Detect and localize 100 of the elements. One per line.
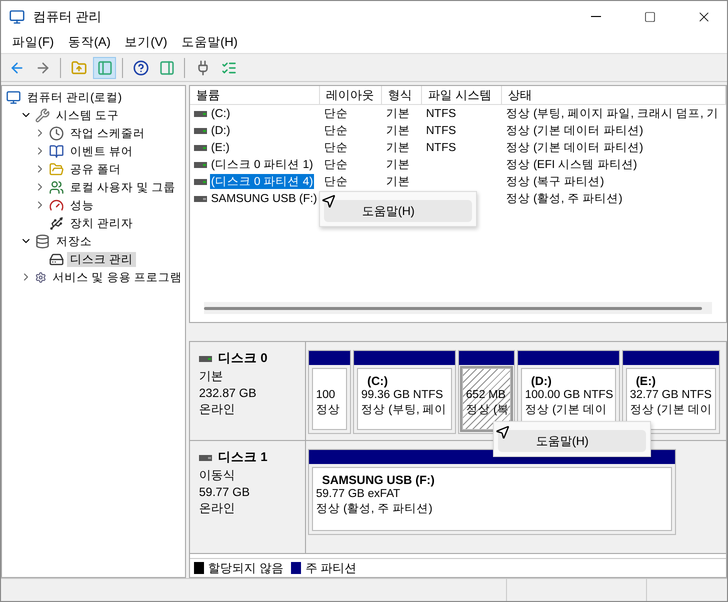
partition-label: SAMSUNG USB (F:) <box>321 473 436 487</box>
drive-icon <box>194 110 207 116</box>
table-cell-text: 단순 <box>323 175 349 189</box>
table-cell-text: 기본 <box>385 158 411 172</box>
table-cell-text: 기본 <box>385 124 411 138</box>
drive-icon <box>194 162 207 168</box>
partition-status: 정상 (기본 데이 <box>525 403 608 417</box>
partition-label: (D:) <box>530 374 553 388</box>
table-cell-text: 정상 (EFI 시스템 파티션) <box>505 158 638 172</box>
folder-icon <box>49 162 64 176</box>
volume-name[interactable]: SAMSUNG USB (F:) <box>210 192 318 204</box>
partition-block[interactable]: SAMSUNG USB (F:) 59.77 GB exFAT 정상 (활성, 주 파티션) <box>308 449 676 535</box>
table-cell-text: 정상 (복구 파티션) <box>505 175 606 189</box>
users-icon <box>49 180 64 194</box>
folder-up-icon <box>70 60 86 76</box>
volume-name[interactable]: (C:) <box>210 108 232 120</box>
partition-bar <box>459 351 514 365</box>
tree-item[interactable]: 성능 <box>67 198 97 212</box>
menu-entry[interactable]: 도움말(H) <box>498 430 646 452</box>
table-cell-text: NTFS <box>425 108 458 120</box>
disk-type: 기본 <box>199 368 224 385</box>
partition-block[interactable]: (E:) 32.77 GB NTFS 정상 (기본 데이 <box>622 350 720 434</box>
tree-item[interactable]: 서비스 및 응용 프로그램 <box>49 270 185 284</box>
volume-name[interactable]: (디스크 0 파티션 1) <box>210 157 314 172</box>
partition-label: (E:) <box>634 374 657 388</box>
table-cell-text: NTFS <box>425 124 458 136</box>
menu-item[interactable]: 보기(V) <box>118 32 174 53</box>
partition-size: 100 <box>316 389 336 401</box>
volume-name[interactable]: (E:) <box>210 142 231 154</box>
column-header[interactable]: 상태 <box>502 86 726 104</box>
column-header[interactable]: 형식 <box>382 86 422 104</box>
column-header[interactable]: 레이아웃 <box>320 86 382 104</box>
partition-block[interactable]: (C:) 99.36 GB NTFS 정상 (부팅, 페이 <box>353 350 456 434</box>
disk-size: 59.77 GB <box>199 485 251 499</box>
disk-status: 온라인 <box>199 401 236 418</box>
device-icon <box>49 216 64 230</box>
gauge-icon <box>49 198 64 212</box>
menu-item[interactable]: 파일(F) <box>5 32 61 53</box>
table-cell-text: 정상 (기본 데이터 파티션) <box>505 141 644 155</box>
column-header[interactable]: 파일 시스템 <box>422 86 502 104</box>
partition-size: 32.77 GB NTFS <box>630 389 712 401</box>
disk-status: 온라인 <box>199 500 236 517</box>
table-cell-text: 단순 <box>323 107 349 121</box>
partition-block[interactable]: 100 정상 <box>308 350 352 434</box>
partition-bar <box>309 351 350 365</box>
menu-entry[interactable]: 도움말(H) <box>324 200 472 222</box>
tree-item[interactable]: 시스템 도구 <box>53 108 122 122</box>
checklist-icon <box>220 60 236 76</box>
partition-status: 정상 (활성, 주 파티션) <box>316 502 434 516</box>
tree-item[interactable]: 컴퓨터 관리(로컬) <box>24 90 125 104</box>
legend-label: 주 파티션 <box>305 560 357 576</box>
partition-block[interactable]: 652 MB 정상 (복 <box>458 350 516 434</box>
tree-item[interactable]: 로컬 사용자 및 그룹 <box>67 180 179 194</box>
menu-item[interactable]: 도움말(H) <box>174 32 245 53</box>
table-cell-text: 정상 (활성, 주 파티션) <box>505 192 624 206</box>
table-cell-text: 정상 (기본 데이터 파티션) <box>505 124 644 138</box>
menu-item[interactable]: 동작(A) <box>60 32 118 53</box>
partition-size: 99.36 GB NTFS <box>361 389 444 401</box>
panel-icon <box>96 60 112 76</box>
drive-icon <box>194 128 207 134</box>
horizontal-scrollbar[interactable] <box>204 302 712 314</box>
drive-icon <box>194 196 207 202</box>
tree-item[interactable]: 장치 관리자 <box>67 216 136 230</box>
partition-status: 정상 (복 <box>466 403 508 417</box>
table-cell-text: 기본 <box>385 175 411 189</box>
legend-label: 할당되지 않음 <box>208 560 284 576</box>
storage-icon <box>35 234 50 248</box>
table-cell-text: NTFS <box>425 142 458 154</box>
table-cell-text: 단순 <box>323 141 349 155</box>
clock-icon <box>49 126 64 140</box>
maximize-icon <box>644 10 656 22</box>
table-cell-text: 단순 <box>323 158 349 172</box>
partition-label: (C:) <box>366 374 389 388</box>
volume-name[interactable]: (D:) <box>210 124 232 136</box>
disk-name: 디스크 0 <box>199 350 305 367</box>
tree-item[interactable]: 공유 폴더 <box>67 162 124 176</box>
partition-status: 정상 (기본 데이 <box>630 403 712 417</box>
column-header[interactable]: 볼륨 <box>190 86 320 104</box>
partition-status: 정상 <box>316 403 341 417</box>
table-cell-text: 단순 <box>323 124 349 138</box>
disk-type: 이동식 <box>199 467 236 484</box>
disk-size: 232.87 GB <box>199 386 258 400</box>
partition-size: 652 MB <box>466 389 507 401</box>
partition-size: 59.77 GB exFAT <box>316 488 402 500</box>
drive-icon <box>199 454 212 460</box>
app-icon <box>9 8 25 24</box>
wrench-icon <box>35 108 50 122</box>
drive-icon <box>194 144 207 150</box>
tree-item[interactable]: 디스크 관리 <box>67 252 136 266</box>
table-cell-text: 기본 <box>385 107 411 121</box>
window-title: 컴퓨터 관리 <box>33 8 103 26</box>
tree-item[interactable]: 작업 스케줄러 <box>67 126 148 140</box>
book-icon <box>49 144 64 158</box>
partition-size: 100.00 GB NTFS <box>525 389 612 401</box>
panel-icon <box>158 60 174 76</box>
help-icon <box>132 60 148 76</box>
tree-item[interactable]: 이벤트 뷰어 <box>67 144 136 158</box>
gear-icon <box>35 270 46 284</box>
tree-item[interactable]: 저장소 <box>53 234 95 248</box>
volume-name[interactable]: (디스크 0 파티션 4) <box>210 174 314 189</box>
